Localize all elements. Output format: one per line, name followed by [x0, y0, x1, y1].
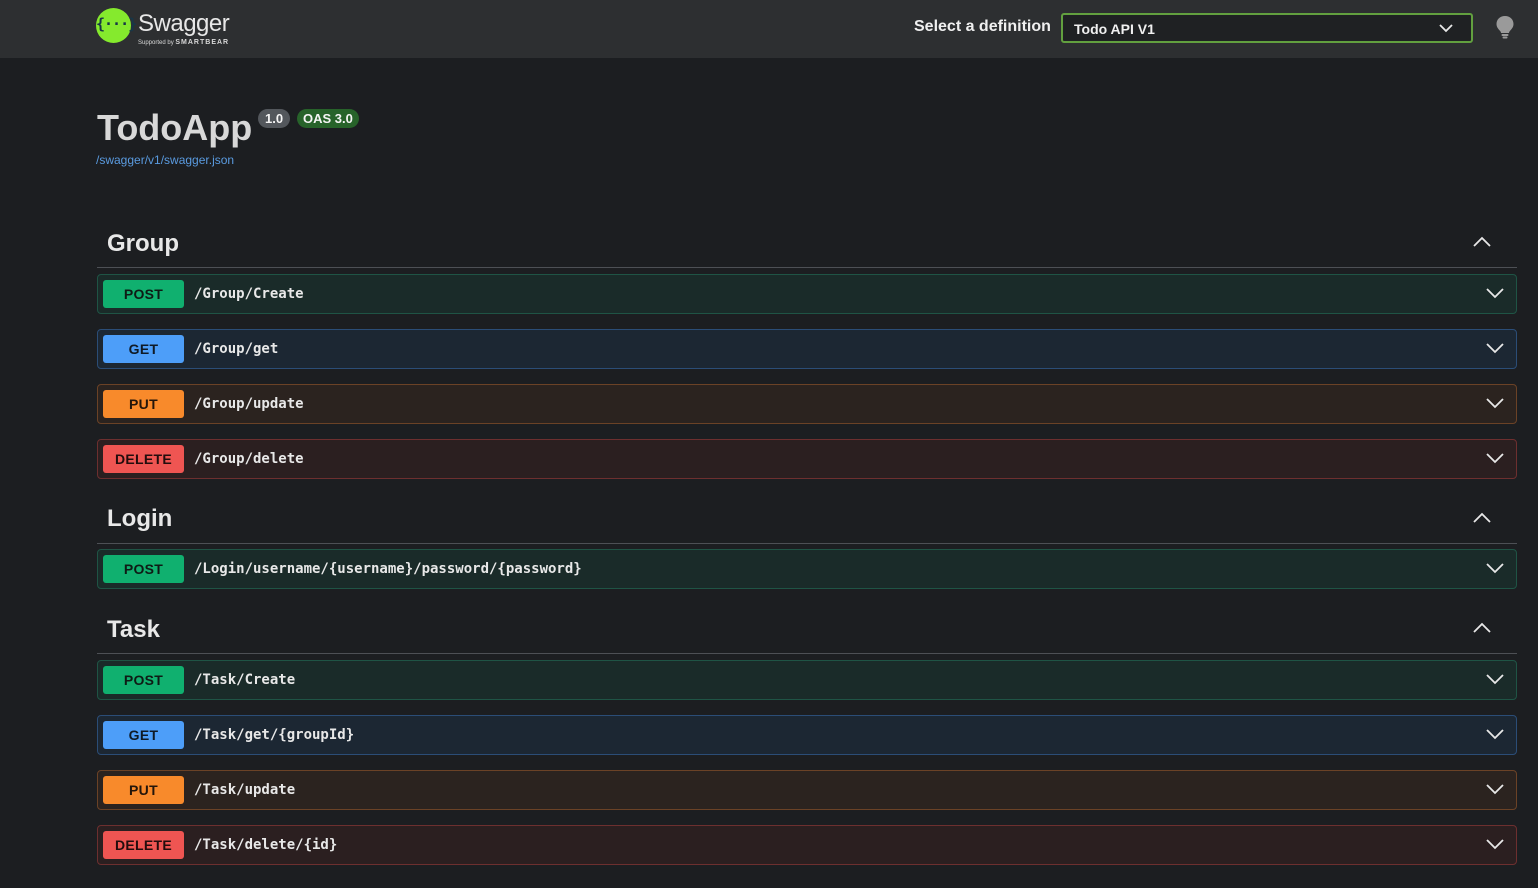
logo-subtitle: Supported by SMARTBEAR	[138, 39, 230, 46]
operation-path: /Group/delete	[194, 451, 304, 467]
operation-path: /Login/username/{username}/password/{pas…	[194, 561, 582, 577]
tag-name: Group	[107, 230, 179, 257]
operation-delete-group-delete[interactable]: DELETE /Group/delete	[97, 439, 1517, 479]
method-badge: DELETE	[103, 445, 184, 473]
operation-post-group-create[interactable]: POST /Group/Create	[97, 274, 1517, 314]
chevron-down-icon[interactable]	[1486, 673, 1504, 685]
method-badge: PUT	[103, 390, 184, 418]
operation-path: /Task/delete/{id}	[194, 837, 338, 853]
definition-select-value: Todo API V1	[1074, 21, 1155, 37]
operation-get-group-get[interactable]: GET /Group/get	[97, 329, 1517, 369]
oas-badge: OAS 3.0	[297, 109, 359, 128]
method-badge: PUT	[103, 776, 184, 804]
tag-header-login[interactable]: Login	[97, 497, 1517, 544]
chevron-down-icon[interactable]	[1486, 562, 1504, 574]
method-badge: POST	[103, 555, 184, 583]
swagger-logo[interactable]: {···} Swagger Supported by SMARTBEAR	[96, 8, 246, 50]
top-bar: {···} Swagger Supported by SMARTBEAR Sel…	[0, 0, 1538, 58]
method-badge: POST	[103, 666, 184, 694]
operation-path: /Task/update	[194, 782, 296, 798]
method-badge: GET	[103, 721, 184, 749]
chevron-down-icon[interactable]	[1486, 728, 1504, 740]
chevron-up-icon[interactable]	[1473, 622, 1491, 634]
operation-path: /Group/update	[194, 396, 304, 412]
version-badge: 1.0	[258, 109, 291, 128]
operation-post-login[interactable]: POST /Login/username/{username}/password…	[97, 549, 1517, 589]
operation-post-task-create[interactable]: POST /Task/Create	[97, 660, 1517, 700]
operation-delete-task-delete[interactable]: DELETE /Task/delete/{id}	[97, 825, 1517, 865]
method-badge: POST	[103, 280, 184, 308]
logo-wordmark: Swagger	[138, 10, 230, 37]
page-title: TodoApp	[97, 107, 253, 148]
tag-header-group[interactable]: Group	[97, 221, 1517, 268]
chevron-down-icon[interactable]	[1486, 397, 1504, 409]
spec-url-link[interactable]: /swagger/v1/swagger.json	[96, 153, 234, 167]
operation-get-task-get[interactable]: GET /Task/get/{groupId}	[97, 715, 1517, 755]
method-badge: DELETE	[103, 831, 184, 859]
chevron-down-icon[interactable]	[1486, 342, 1504, 354]
chevron-down-icon[interactable]	[1486, 287, 1504, 299]
tag-name: Login	[107, 505, 173, 532]
operation-put-group-update[interactable]: PUT /Group/update	[97, 384, 1517, 424]
chevron-up-icon[interactable]	[1473, 236, 1491, 248]
operation-path: /Task/get/{groupId}	[194, 727, 355, 743]
lightbulb-icon[interactable]	[1495, 15, 1515, 39]
method-badge: GET	[103, 335, 184, 363]
operation-path: /Task/Create	[194, 672, 296, 688]
operation-path: /Group/get	[194, 341, 279, 357]
definition-select[interactable]: Todo API V1	[1061, 13, 1473, 43]
operation-path: /Group/Create	[194, 286, 304, 302]
tag-name: Task	[107, 616, 160, 643]
chevron-down-icon[interactable]	[1486, 783, 1504, 795]
chevron-down-icon[interactable]	[1486, 452, 1504, 464]
tag-header-task[interactable]: Task	[97, 607, 1517, 654]
chevron-down-icon[interactable]	[1486, 838, 1504, 850]
chevron-up-icon[interactable]	[1473, 512, 1491, 524]
operation-put-task-update[interactable]: PUT /Task/update	[97, 770, 1517, 810]
definition-label: Select a definition	[914, 18, 1051, 35]
swagger-logo-icon: {···}	[96, 8, 137, 43]
chevron-down-icon	[1439, 24, 1453, 33]
